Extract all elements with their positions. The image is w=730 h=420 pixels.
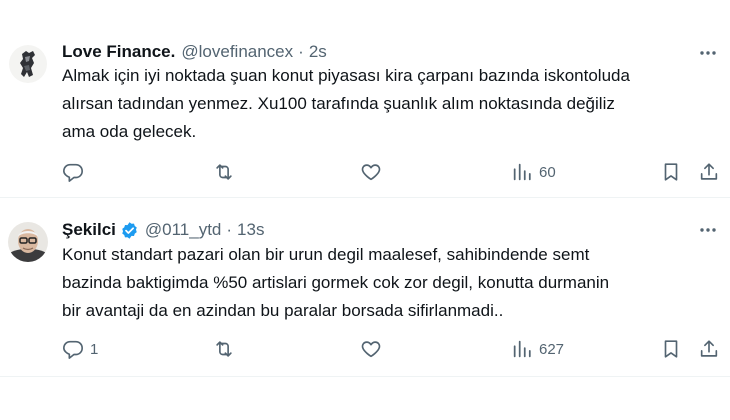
tweet-text-line: bazinda baktigimda %50 artislari gormek … [62,273,610,292]
tweet[interactable]: Şekilci @011_ytd · 13s Konut standart pa… [0,199,730,377]
display-name[interactable]: Love Finance. [62,42,175,62]
tweet-text-line: bir avantaji da en azindan bu paralar bo… [62,301,504,320]
retweet-button[interactable] [213,335,241,363]
like-icon [361,341,381,358]
views-icon [513,163,531,181]
tweet-text: Konut standart pazari olan bir urun degi… [62,241,716,325]
tweet-text: Almak için iyi noktada şuan konut piyasa… [62,62,716,146]
action-bar: 1 627 [0,335,730,363]
action-bar: 60 [0,158,730,186]
share-button[interactable] [698,335,720,363]
views-icon [513,340,531,358]
tweet-header: Love Finance. @lovefinancex · 2s [62,41,730,63]
share-button[interactable] [698,158,720,186]
separator-dot: · [226,220,233,239]
like-button[interactable] [360,335,388,363]
reply-button[interactable] [62,158,90,186]
avatar[interactable] [8,222,48,262]
view-count: 627 [539,340,565,358]
tweet-text-line: alırsan tadından yenmez. Xu100 tarafında… [62,94,615,113]
reply-icon [63,340,83,359]
more-icon[interactable] [696,42,720,64]
share-icon [700,340,718,357]
reply-count: 1 [90,340,99,358]
more-icon[interactable] [696,219,720,241]
avatar[interactable] [8,44,48,84]
retweet-icon [216,341,232,357]
retweet-icon [216,164,232,180]
views-button[interactable]: 60 [511,158,556,186]
display-name[interactable]: Şekilci [62,220,116,240]
reply-icon [63,163,83,182]
views-button[interactable]: 627 [511,335,564,363]
bookmark-icon [664,163,678,181]
like-icon [361,164,381,181]
retweet-button[interactable] [213,158,241,186]
tweet[interactable]: Love Finance. @lovefinancex · 2s Almak i… [0,0,730,198]
separator-dot: · [298,42,304,61]
share-icon [700,163,718,180]
tweet-header: Şekilci @011_ytd · 13s [62,219,730,241]
timestamp[interactable]: 13s [237,220,264,240]
bookmark-button[interactable] [660,158,682,186]
tweet-text-line: ama oda gelecek. [62,122,197,141]
bookmark-button[interactable] [660,335,682,363]
view-count: 60 [539,163,556,181]
tweet-text-line: Konut standart pazari olan bir urun degi… [62,245,590,264]
verified-badge-icon [122,221,137,239]
user-handle[interactable]: @lovefinancex [181,42,293,62]
timestamp[interactable]: 2s [309,42,327,62]
user-handle[interactable]: @011_ytd [145,220,222,240]
reply-button[interactable]: 1 [62,335,98,363]
bookmark-icon [664,340,678,358]
like-button[interactable] [360,158,388,186]
tweet-text-line: Almak için iyi noktada şuan konut piyasa… [62,66,630,85]
